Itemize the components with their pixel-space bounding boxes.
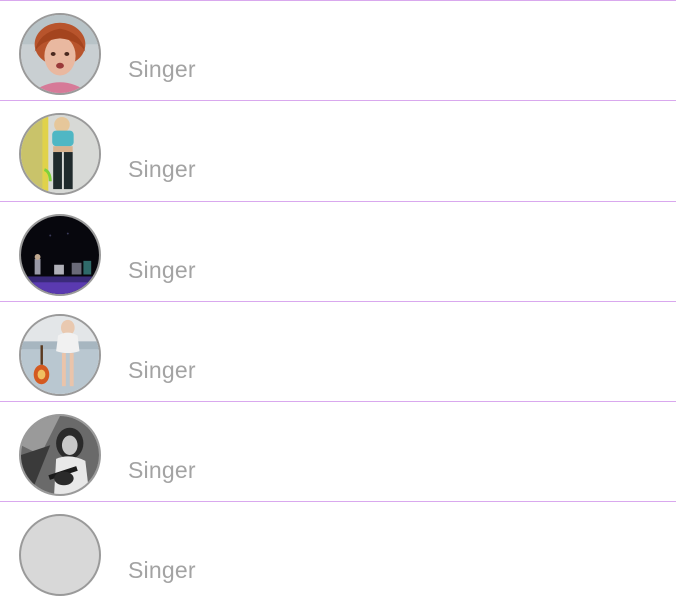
singer-list: Singer Singer Singer Singer Singer Singe… xyxy=(0,0,676,596)
avatar xyxy=(19,314,101,396)
subtitle-label: Singer xyxy=(128,257,196,283)
subtitle-label: Singer xyxy=(128,557,196,583)
subtitle-label: Singer xyxy=(128,56,196,82)
woman-with-guitar-photo-icon xyxy=(21,316,99,394)
list-item[interactable]: Singer xyxy=(0,100,676,200)
subtitle-label: Singer xyxy=(128,457,196,483)
concert-stage-photo-icon xyxy=(21,216,99,294)
redhead-woman-photo-icon xyxy=(21,15,99,93)
list-item[interactable]: Singer xyxy=(0,401,676,501)
list-item[interactable]: Singer xyxy=(0,201,676,301)
avatar xyxy=(19,414,101,496)
avatar xyxy=(19,13,101,95)
subtitle-label: Singer xyxy=(128,156,196,182)
list-item[interactable]: Singer xyxy=(0,301,676,401)
avatar xyxy=(19,113,101,195)
list-item[interactable]: Singer xyxy=(0,501,676,596)
guitarist-bw-photo-icon xyxy=(21,416,99,494)
placeholder-avatar-icon xyxy=(19,514,101,596)
subtitle-label: Singer xyxy=(128,357,196,383)
avatar xyxy=(19,214,101,296)
list-item[interactable]: Singer xyxy=(0,0,676,100)
woman-standing-photo-icon xyxy=(21,115,99,193)
